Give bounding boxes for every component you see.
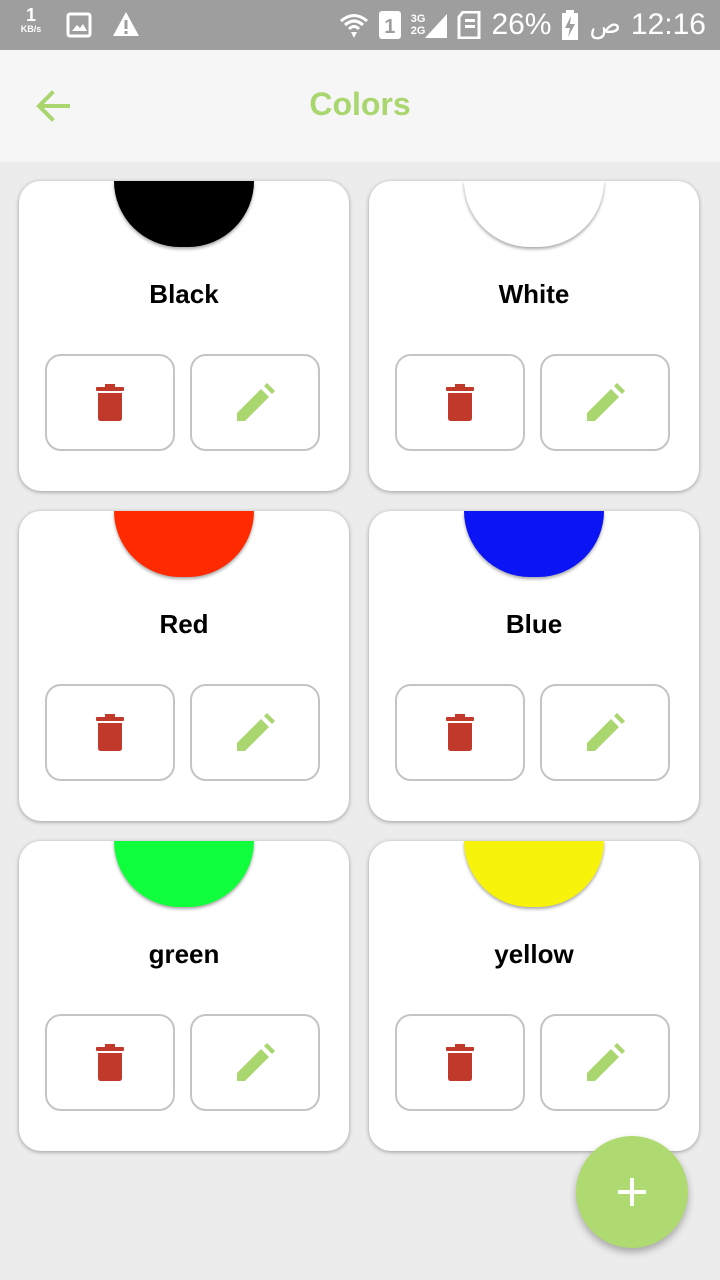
pencil-icon: [587, 382, 625, 421]
sd-card-icon: [457, 11, 481, 39]
color-card: green: [19, 841, 349, 1151]
pencil-icon: [237, 382, 275, 421]
color-swatch: [114, 181, 254, 247]
trash-icon: [96, 713, 124, 751]
pencil-icon: [587, 712, 625, 751]
trash-icon: [446, 383, 474, 421]
color-card: yellow: [369, 841, 699, 1151]
network-type-top: 3G: [410, 13, 426, 25]
pencil-icon: [587, 1042, 625, 1081]
color-swatch: [464, 181, 604, 247]
delete-button[interactable]: [45, 354, 175, 451]
signal-icon: [425, 14, 448, 38]
warning-icon: [113, 12, 139, 36]
wifi-icon: [339, 14, 368, 38]
time-period: ص: [589, 10, 621, 40]
pencil-icon: [237, 712, 275, 751]
color-swatch: [114, 511, 254, 577]
color-swatch: [464, 841, 604, 907]
delete-button[interactable]: [395, 1014, 525, 1111]
edit-button[interactable]: [540, 1014, 670, 1111]
pencil-icon: [237, 1042, 275, 1081]
color-name: White: [498, 279, 570, 309]
trash-icon: [96, 383, 124, 421]
color-name: Blue: [505, 609, 563, 639]
image-icon: [66, 12, 92, 38]
status-bar: 1 KB/s 1 3G 2G 26% ص 12:16: [0, 0, 720, 50]
trash-icon: [446, 1043, 474, 1081]
color-name: Black: [149, 279, 219, 309]
network-speed-value: 1: [25, 5, 36, 25]
edit-button[interactable]: [190, 684, 320, 781]
edit-button[interactable]: [190, 1014, 320, 1111]
app-bar: Colors: [0, 50, 720, 162]
color-swatch: [464, 511, 604, 577]
battery-percent: 26%: [491, 8, 552, 41]
color-card: Red: [19, 511, 349, 821]
trash-icon: [446, 713, 474, 751]
delete-button[interactable]: [395, 354, 525, 451]
network-speed-unit: KB/s: [20, 24, 42, 34]
color-name: Red: [159, 609, 209, 639]
network-type: 3G 2G: [411, 12, 448, 38]
add-color-button[interactable]: [576, 1136, 688, 1248]
color-card: Blue: [369, 511, 699, 821]
trash-icon: [96, 1043, 124, 1081]
edit-button[interactable]: [540, 354, 670, 451]
edit-button[interactable]: [190, 354, 320, 451]
color-name: yellow: [494, 939, 574, 969]
page-title: Colors: [309, 86, 411, 122]
battery-charging-icon: [562, 10, 579, 40]
color-name: green: [148, 939, 220, 969]
delete-button[interactable]: [395, 684, 525, 781]
network-type-bottom: 2G: [410, 25, 426, 37]
color-card: Black: [19, 181, 349, 491]
delete-button[interactable]: [45, 684, 175, 781]
color-card: White: [369, 181, 699, 491]
sim-icon: 1: [378, 11, 401, 39]
edit-button[interactable]: [540, 684, 670, 781]
clock: 12:16: [630, 8, 706, 41]
sim-number: 1: [384, 16, 396, 38]
delete-button[interactable]: [45, 1014, 175, 1111]
plus-icon: [618, 1178, 646, 1206]
network-speed: 1 KB/s: [14, 6, 48, 34]
color-swatch: [114, 841, 254, 907]
